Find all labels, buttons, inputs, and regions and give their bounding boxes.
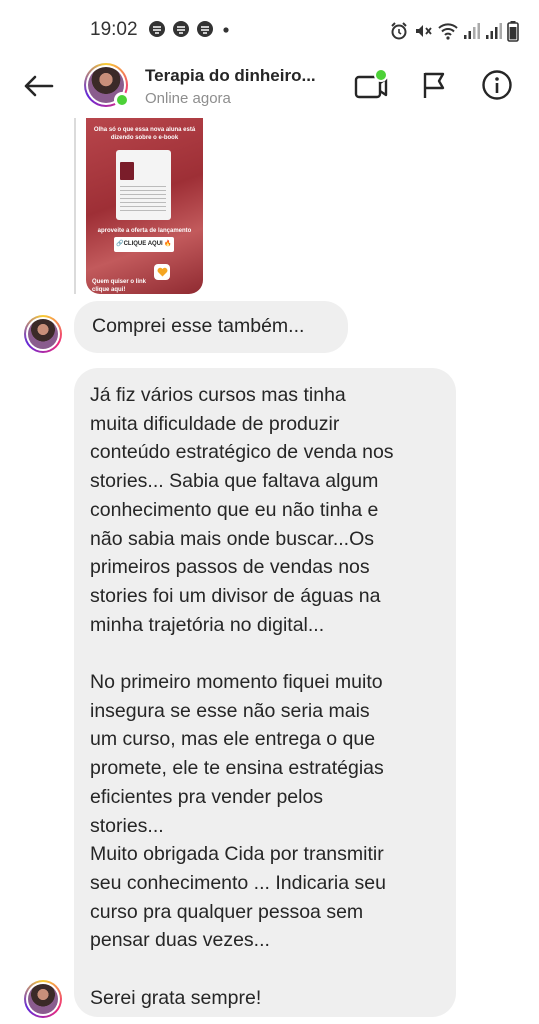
wifi-icon (438, 23, 458, 40)
story-bottom-text: Quem quiser o link clique aqui! (92, 279, 147, 293)
status-bar: 19:02 (0, 0, 539, 56)
message-bubble[interactable]: Já fiz vários cursos mas tinha muita dif… (74, 368, 456, 1017)
message-paragraph: No primeiro momento fiquei muito insegur… (90, 671, 386, 952)
threads-icon (197, 21, 213, 37)
threads-icon (149, 21, 165, 37)
online-indicator (114, 92, 130, 108)
story-caption: aproveite a oferta de lançamento (97, 228, 192, 234)
info-icon (482, 70, 512, 100)
contact-name[interactable]: Terapia do dinheiro... (145, 66, 316, 86)
video-camera-icon (354, 68, 388, 99)
back-button[interactable] (18, 68, 58, 104)
heart-sticker-icon (154, 264, 170, 280)
status-right-icons (389, 20, 519, 42)
contact-status: Online agora (145, 90, 231, 107)
avatar-image (28, 319, 58, 349)
message-paragraph: Já fiz vários cursos mas tinha muita dif… (90, 384, 394, 636)
status-left-icons (148, 20, 232, 38)
battery-icon (507, 21, 519, 42)
signal-icon (464, 23, 480, 39)
message-text: Comprei esse também... (92, 315, 305, 337)
mute-icon (416, 25, 432, 37)
arrow-left-icon (24, 75, 54, 97)
threads-icon (173, 21, 189, 37)
video-call-button[interactable] (352, 66, 390, 104)
signal-icon (486, 23, 502, 39)
avatar-image (28, 984, 58, 1014)
story-screenshot-text (120, 186, 166, 212)
story-cta-button: 🔗CLIQUE AQUI 🔥 (114, 237, 174, 252)
reply-indicator-line (74, 118, 76, 294)
message-paragraph: Serei grata sempre! (90, 986, 262, 1009)
message-bubble[interactable]: Comprei esse também... (74, 301, 348, 353)
story-top-text: Olha só o que essa nova aluna está dizen… (93, 127, 196, 141)
chat-header: Terapia do dinheiro... Online agora (0, 56, 539, 118)
shared-story-card[interactable]: Olha só o que essa nova aluna está dizen… (86, 118, 203, 294)
alarm-icon (391, 22, 407, 40)
sender-avatar[interactable] (24, 315, 62, 353)
info-button[interactable] (478, 66, 516, 104)
dot-icon (223, 27, 229, 33)
sender-avatar[interactable] (24, 980, 62, 1018)
flag-icon (423, 72, 445, 98)
status-time: 19:02 (90, 19, 138, 40)
ebook-cover-image (120, 162, 134, 180)
report-button[interactable] (415, 66, 453, 104)
